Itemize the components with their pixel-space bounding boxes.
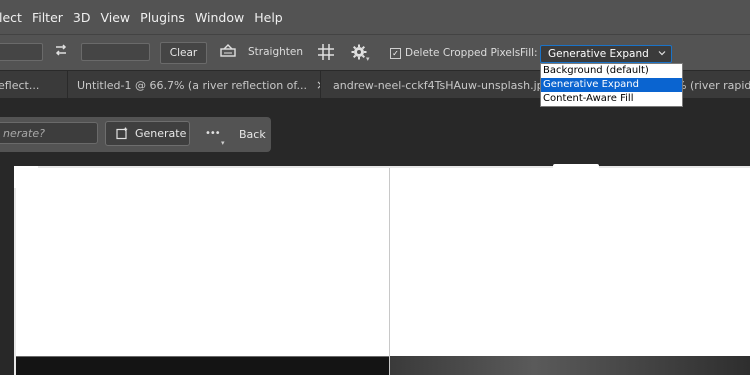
prompt-placeholder: nerate? [3,127,45,140]
delete-cropped-label: Delete Cropped Pixels [405,47,521,59]
document-tab[interactable]: Untitled-1 @ 66.7% (a river reflection o… [68,71,320,99]
image-edge [16,356,389,357]
tab-title: % (river rapid [676,78,750,92]
chevron-down-icon [658,48,666,60]
menu-bar: lect Filter 3D View Plugins Window Help [0,0,750,34]
menu-select[interactable]: lect [0,10,22,25]
document-tab[interactable]: % (river rapid [676,71,750,99]
fill-dropdown-list: Background (default) Generative Expand C… [540,63,683,107]
crop-border-left [14,166,16,375]
document-canvas[interactable] [16,168,750,375]
tab-title: andrew-neel-cckf4TsHAuw-unsplash.jpg [333,78,551,92]
menu-window[interactable]: Window [195,10,244,25]
swap-dimensions-icon[interactable] [53,42,69,61]
crop-border-top [14,166,750,168]
fill-select-value: Generative Expand [548,48,649,60]
image-content [390,356,750,375]
height-input[interactable] [81,43,150,61]
menu-help[interactable]: Help [254,10,283,25]
crop-edge-handle[interactable] [553,164,599,169]
menu-plugins[interactable]: Plugins [140,10,185,25]
generate-label: Generate [135,127,187,140]
menu-view[interactable]: View [100,10,130,25]
fill-option-generative-expand[interactable]: Generative Expand [541,78,682,92]
straighten-icon[interactable] [219,43,237,62]
generate-icon [116,127,129,140]
fill-option-content-aware[interactable]: Content-Aware Fill [541,92,682,106]
menu-3d[interactable]: 3D [73,10,91,25]
prompt-input[interactable]: nerate? [0,122,98,144]
menu-filter[interactable]: Filter [32,10,63,25]
more-dropdown-caret-icon[interactable]: ▾ [221,139,225,147]
fill-label: Fill: [520,47,538,59]
clear-button[interactable]: Clear [160,42,207,64]
contextual-task-bar: nerate? Generate ••• ▾ Back [0,117,271,152]
more-options-icon[interactable]: ••• [205,128,221,139]
width-input[interactable] [0,43,43,61]
crop-settings-gear-icon[interactable] [351,44,367,63]
generate-button[interactable]: Generate [105,121,190,146]
tab-title: Untitled-1 @ 66.7% (a river reflection o… [77,78,307,92]
delete-cropped-checkbox[interactable]: ✓ [390,48,401,59]
crop-corner-handle[interactable] [14,166,38,188]
straighten-label[interactable]: Straighten [248,46,303,58]
gear-dropdown-caret-icon[interactable]: ▾ [366,55,370,63]
back-button[interactable]: Back [239,128,266,141]
image-content [16,356,389,375]
fill-select[interactable]: Generative Expand [540,45,672,63]
document-tab[interactable]: eflect... [0,71,67,99]
overlay-grid-icon[interactable] [317,43,335,64]
tab-title: eflect... [0,78,40,92]
fill-option-background[interactable]: Background (default) [541,64,682,78]
crop-guide-line [389,168,390,375]
